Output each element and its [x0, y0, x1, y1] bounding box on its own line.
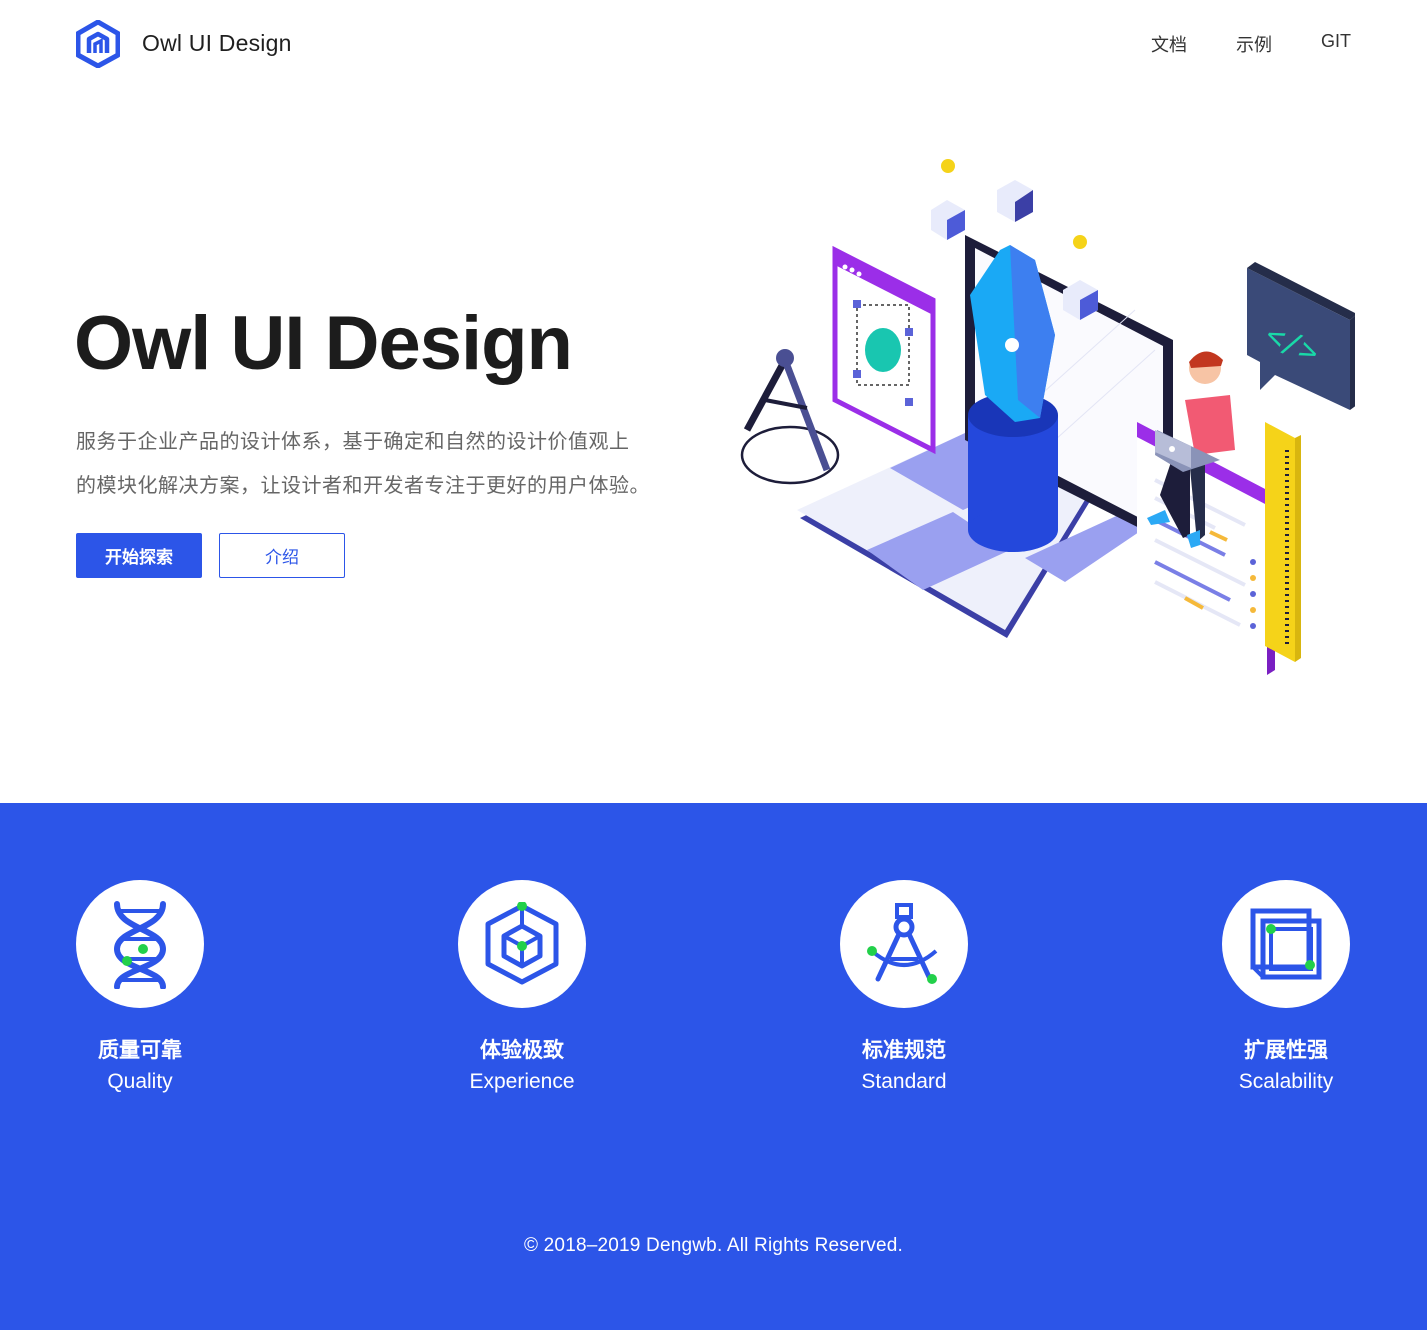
top-header: Owl UI Design 文档 示例 GIT: [0, 0, 1427, 90]
feature-experience-title: 体验极致: [480, 1039, 564, 1062]
feature-standard: 标准规范 Standard: [804, 880, 1004, 1094]
cube-icon: [485, 902, 559, 985]
hero-description: 服务于企业产品的设计体系，基于确定和自然的设计价值观上 的模块化解决方案，让设计…: [76, 420, 716, 508]
code-bubble-illustration: </>: [1247, 262, 1355, 410]
drafting-compass-illustration: [740, 349, 840, 485]
feature-quality: 质量可靠 Quality: [40, 880, 240, 1094]
compass-icon: [867, 903, 938, 984]
ruler-illustration: [1265, 422, 1301, 662]
feature-experience-circle: [458, 880, 586, 1008]
feature-scalability-title: 扩展性强: [1244, 1039, 1328, 1062]
owl-logo-icon[interactable]: [76, 20, 120, 68]
hero-description-line-2: 的模块化解决方案，让设计者和开发者专注于更好的用户体验。: [76, 475, 650, 497]
feature-experience-subtitle: Experience: [469, 1070, 575, 1093]
feature-quality-subtitle: Quality: [107, 1070, 173, 1093]
nav-docs[interactable]: 文档: [1151, 31, 1187, 57]
dna-icon: [113, 901, 167, 989]
feature-standard-circle: [840, 880, 968, 1008]
feature-scalability-subtitle: Scalability: [1238, 1070, 1334, 1093]
nav-examples[interactable]: 示例: [1236, 31, 1272, 57]
browser-window-illustration: [832, 245, 936, 455]
feature-standard-title: 标准规范: [862, 1039, 946, 1062]
start-explore-button[interactable]: 开始探索: [76, 533, 202, 578]
footer-copyright: © 2018–2019 Dengwb. All Rights Reserved.: [523, 1235, 903, 1256]
hero-description-line-1: 服务于企业产品的设计体系，基于确定和自然的设计价值观上: [76, 431, 630, 453]
feature-experience: 体验极致 Experience: [422, 880, 622, 1094]
feature-standard-subtitle: Standard: [861, 1070, 947, 1093]
feature-quality-title: 质量可靠: [98, 1039, 182, 1062]
hero-illustration: </>: [740, 159, 1355, 675]
feature-quality-circle: [76, 880, 204, 1008]
nav-git[interactable]: GIT: [1321, 31, 1351, 57]
layers-icon: [1250, 908, 1322, 980]
feature-scalability-circle: [1222, 880, 1350, 1008]
features-band: 质量可靠 Quality 体验极致 Experience 标准规范 Standa…: [0, 803, 1427, 1330]
hero-title: Owl UI Design: [74, 301, 573, 386]
intro-button[interactable]: 介绍: [219, 533, 345, 578]
feature-scalability: 扩展性强 Scalability: [1186, 880, 1386, 1094]
brand-name[interactable]: Owl UI Design: [142, 30, 292, 57]
main-nav: 文档 示例 GIT: [1151, 31, 1351, 57]
